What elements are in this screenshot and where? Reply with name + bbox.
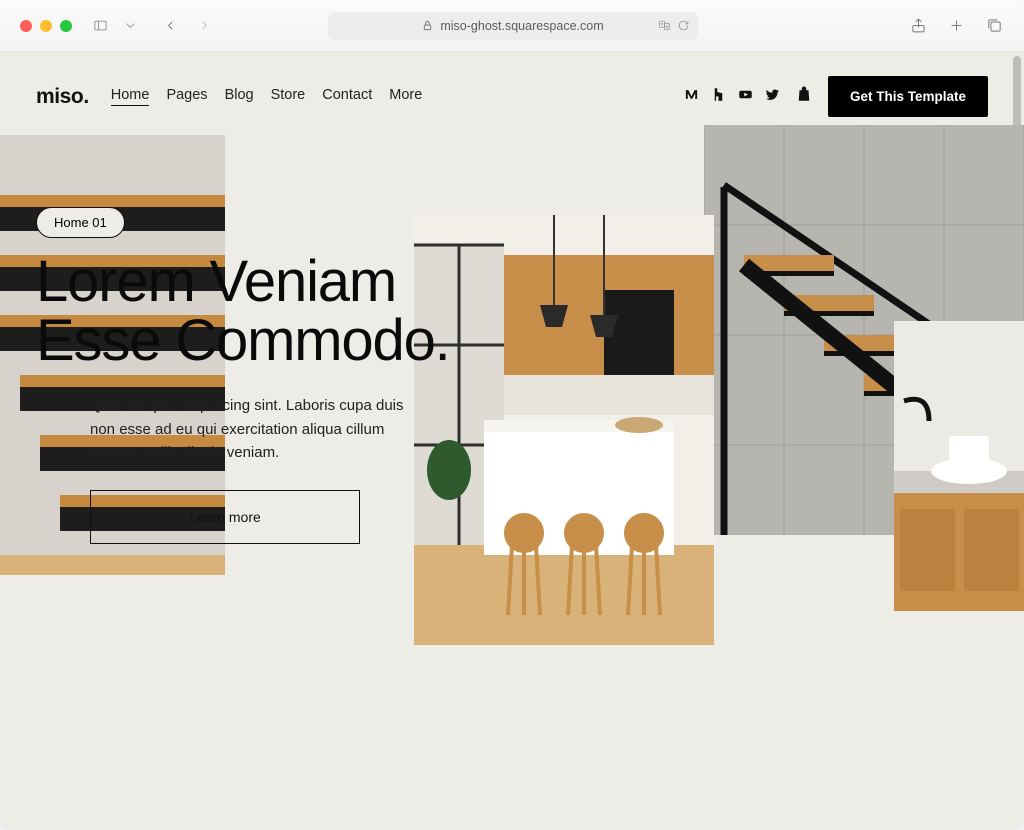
browser-window: miso-ghost.squarespace.com miso. [0, 0, 1024, 830]
sidebar-toggle-button[interactable] [88, 14, 112, 38]
browser-toolbar: miso-ghost.squarespace.com [0, 0, 1024, 52]
new-tab-button[interactable] [944, 14, 968, 38]
houzz-icon[interactable] [711, 87, 726, 107]
twitter-icon[interactable] [765, 87, 780, 107]
site-header: miso. Home Pages Blog Store Contact More [0, 52, 1024, 117]
zoom-window-button[interactable] [60, 20, 72, 32]
url-text: miso-ghost.squarespace.com [440, 19, 603, 33]
primary-nav: Home Pages Blog Store Contact More [111, 87, 423, 106]
nav-blog[interactable]: Blog [225, 87, 254, 106]
close-window-button[interactable] [20, 20, 32, 32]
tab-overview-button[interactable] [982, 14, 1006, 38]
page-viewport: miso. Home Pages Blog Store Contact More [0, 52, 1024, 830]
learn-more-button[interactable]: Learn more [90, 490, 360, 544]
reload-icon[interactable] [677, 19, 690, 32]
social-links [684, 87, 780, 107]
site-logo[interactable]: miso. [36, 85, 89, 109]
hero-section: Home 01 Lorem Veniam Esse Commodo. Quis … [0, 135, 1024, 775]
nav-store[interactable]: Store [271, 87, 306, 106]
toolbar-menu-chevron-icon[interactable] [118, 14, 142, 38]
translate-icon[interactable] [658, 19, 671, 32]
hero-text: Home 01 Lorem Veniam Esse Commodo. Quis … [36, 207, 636, 544]
address-bar[interactable]: miso-ghost.squarespace.com [328, 12, 698, 40]
medium-icon[interactable] [684, 87, 699, 107]
hero-tag: Home 01 [36, 207, 125, 238]
youtube-icon[interactable] [738, 87, 753, 107]
nav-more[interactable]: More [389, 87, 422, 106]
hero-headline-line1: Lorem Veniam [36, 249, 396, 314]
hero-image-bathroom [894, 321, 1024, 611]
hero-subtext: Quis elit quis adipisicing sint. Laboris… [90, 394, 420, 464]
nav-home[interactable]: Home [111, 87, 150, 106]
cart-icon[interactable] [795, 85, 813, 108]
share-button[interactable] [906, 14, 930, 38]
nav-pages[interactable]: Pages [166, 87, 207, 106]
hero-headline-line2: Esse Commodo. [36, 308, 450, 373]
traffic-lights [20, 20, 72, 32]
minimize-window-button[interactable] [40, 20, 52, 32]
lock-icon [422, 20, 433, 31]
site-content: miso. Home Pages Blog Store Contact More [0, 52, 1024, 830]
hero-headline: Lorem Veniam Esse Commodo. [36, 252, 636, 370]
back-button[interactable] [158, 14, 182, 38]
forward-button[interactable] [192, 14, 216, 38]
get-template-button[interactable]: Get This Template [828, 76, 988, 117]
url-actions [658, 19, 690, 32]
nav-contact[interactable]: Contact [322, 87, 372, 106]
